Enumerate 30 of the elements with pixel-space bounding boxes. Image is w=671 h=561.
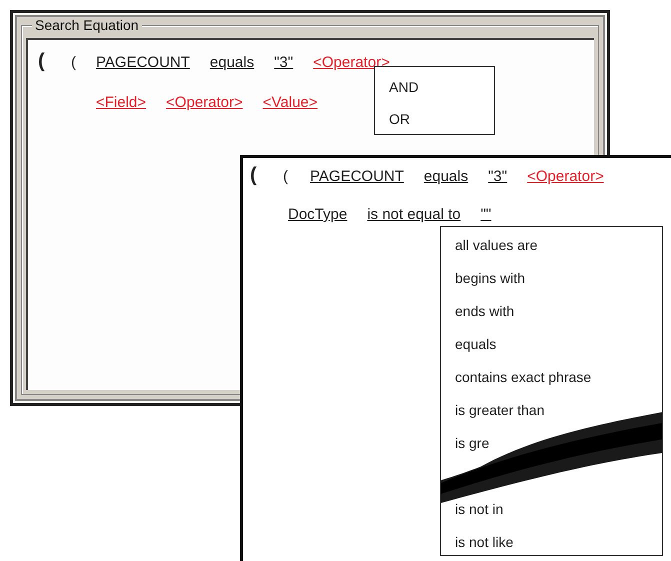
dropdown-item[interactable]: begins with xyxy=(455,262,526,295)
term-link[interactable]: "" xyxy=(480,206,492,223)
placeholder-link[interactable]: <Value> xyxy=(262,94,318,111)
dropdown-item[interactable]: contains exact phrase xyxy=(455,361,592,394)
placeholder-link[interactable]: <Field> xyxy=(96,94,146,111)
term-link[interactable]: "3" xyxy=(274,54,294,71)
term-link[interactable]: PAGECOUNT xyxy=(96,54,190,71)
placeholder-link[interactable]: <Operator> xyxy=(313,54,390,71)
dropdown-item[interactable]: ends with xyxy=(455,295,514,328)
dropdown-item[interactable]: is not like xyxy=(455,526,514,555)
placeholder-link[interactable]: <Operator> xyxy=(166,94,243,111)
parenthesis: ( xyxy=(250,164,258,187)
dropdown-item[interactable]: is greater than xyxy=(455,394,544,427)
dropdown-item[interactable]: equals xyxy=(455,328,496,361)
dropdown-item[interactable]: is not in xyxy=(455,493,504,526)
term-link[interactable]: is not equal to xyxy=(367,206,461,223)
term-link[interactable]: equals xyxy=(210,54,254,71)
parenthesis: ( xyxy=(71,54,76,71)
term-link[interactable]: equals xyxy=(424,168,468,185)
dropdown-item[interactable]: all values are xyxy=(455,229,538,262)
placeholder-link[interactable]: <Operator> xyxy=(527,168,604,185)
term-link[interactable]: "3" xyxy=(488,168,508,185)
menu-item[interactable]: OR xyxy=(389,103,494,135)
menu-item[interactable]: AND xyxy=(389,71,494,103)
parenthesis: ( xyxy=(283,168,289,185)
term-link[interactable]: DocType xyxy=(288,206,348,223)
group-title: Search Equation xyxy=(32,17,142,33)
term-link[interactable]: PAGECOUNT xyxy=(310,168,404,185)
parenthesis: ( xyxy=(38,50,46,73)
dropdown-item[interactable]: is gre xyxy=(455,427,490,460)
